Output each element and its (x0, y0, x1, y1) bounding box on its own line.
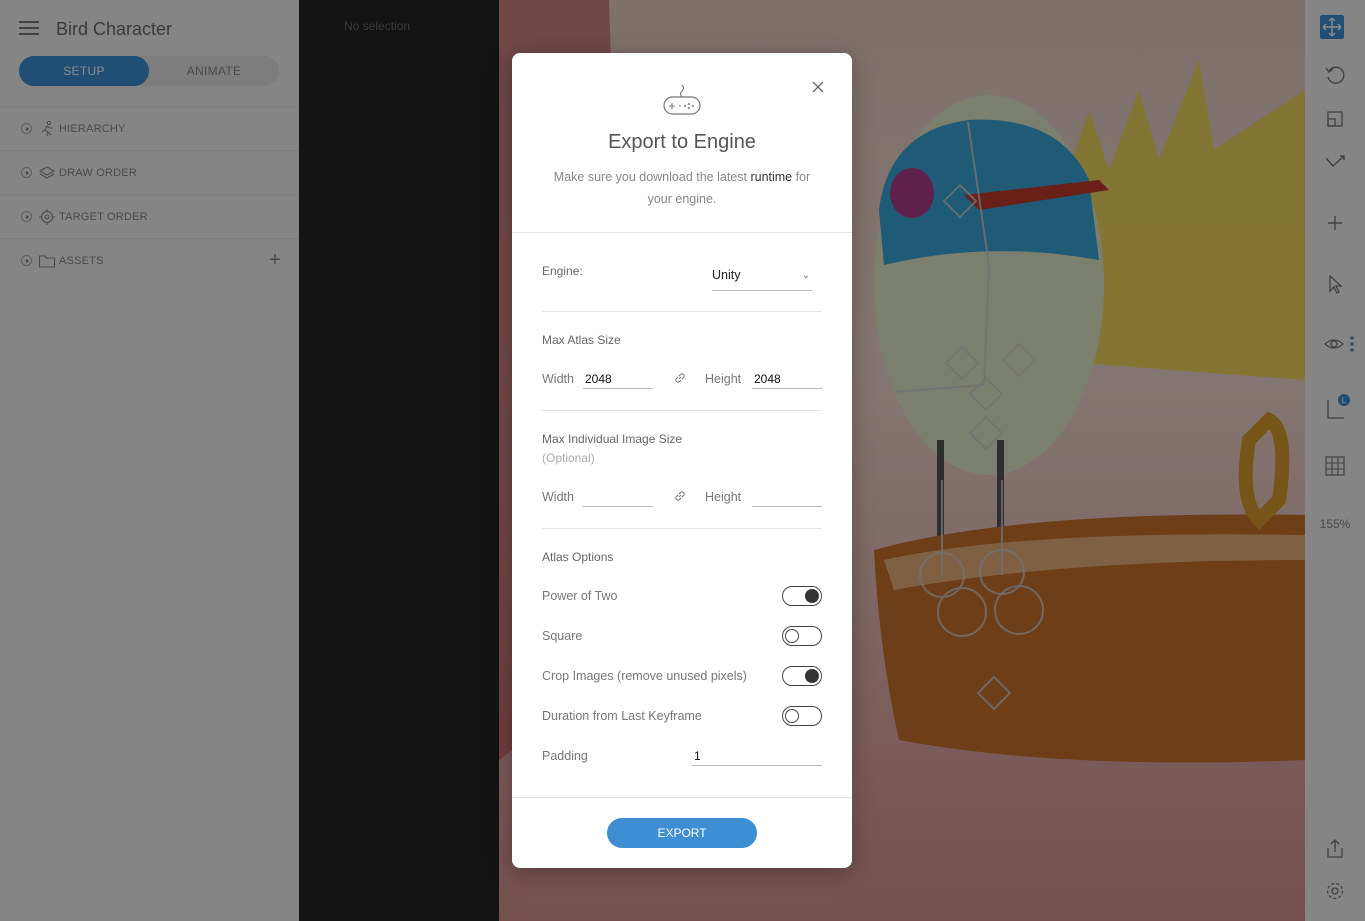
duration-toggle[interactable] (782, 706, 822, 726)
link-icon[interactable] (673, 371, 687, 385)
chevron-down-icon: ⌄ (801, 270, 810, 281)
gamepad-icon (663, 84, 701, 115)
duration-label: Duration from Last Keyframe (542, 709, 702, 723)
crop-images-toggle[interactable] (782, 666, 822, 686)
square-label: Square (542, 629, 583, 643)
atlas-height-label: Height (705, 372, 742, 386)
toggle-knob (805, 589, 819, 603)
max-atlas-title: Max Atlas Size (542, 333, 621, 347)
square-toggle[interactable] (782, 626, 822, 646)
atlas-width-label: Width (542, 372, 574, 386)
modal-description: Make sure you download the latest runtim… (542, 166, 822, 210)
image-height-label: Height (705, 490, 742, 504)
image-height-input[interactable] (752, 487, 822, 507)
divider (542, 528, 822, 529)
crop-images-label: Crop Images (remove unused pixels) (542, 669, 747, 683)
description-text: Make sure you download the latest (553, 170, 751, 184)
close-icon[interactable] (810, 79, 826, 95)
export-button[interactable]: EXPORT (607, 818, 757, 848)
export-modal: Export to Engine Make sure you download … (512, 53, 852, 868)
divider (512, 232, 852, 233)
power-of-two-label: Power of Two (542, 589, 618, 603)
divider (542, 410, 822, 411)
toggle-knob (805, 669, 819, 683)
image-width-label: Width (542, 490, 574, 504)
atlas-height-input[interactable] (752, 369, 822, 389)
padding-input[interactable] (692, 746, 822, 766)
engine-value: Unity (712, 268, 741, 282)
atlas-options-title: Atlas Options (542, 550, 614, 564)
engine-select[interactable]: Unity ⌄ (712, 263, 812, 291)
modal-title: Export to Engine (608, 131, 756, 153)
toggle-knob (785, 709, 799, 723)
image-width-input[interactable] (583, 487, 653, 507)
divider (512, 797, 852, 798)
padding-label: Padding (542, 749, 588, 763)
max-image-title: Max Individual Image Size (542, 432, 683, 446)
toggle-knob (785, 629, 799, 643)
atlas-width-input[interactable] (583, 369, 653, 389)
max-image-subtitle: (Optional) (542, 451, 595, 465)
divider (542, 311, 822, 312)
runtime-link[interactable]: runtime (750, 170, 792, 184)
engine-label: Engine: (542, 264, 583, 278)
power-of-two-toggle[interactable] (782, 586, 822, 606)
link-icon[interactable] (673, 489, 687, 503)
